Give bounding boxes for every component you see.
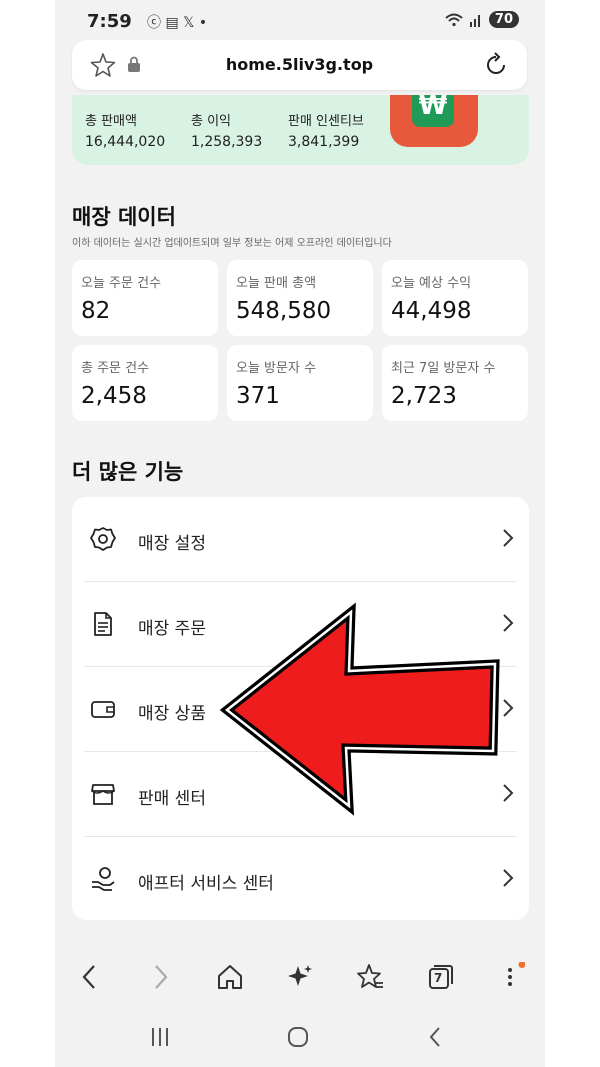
back-arrow-icon[interactable] xyxy=(75,962,105,992)
recent-apps-icon[interactable] xyxy=(149,1026,171,1048)
system-back-icon[interactable] xyxy=(427,1025,443,1049)
tabs-button[interactable]: 7 xyxy=(425,962,455,992)
system-nav-bar xyxy=(55,1008,545,1067)
red-arrow-annotation xyxy=(219,602,500,816)
phone-screen: 7:59 ⓒ ▤ 𝕏 • 70 home.5liv3g.top 총 판매액 16… xyxy=(55,0,545,1067)
home-icon[interactable] xyxy=(215,962,245,992)
tabs-count: 7 xyxy=(434,971,443,985)
browser-bottom-nav: 7 xyxy=(55,944,545,1008)
sparkle-icon[interactable] xyxy=(285,962,315,992)
more-menu-icon[interactable] xyxy=(495,962,525,992)
bookmarks-star-list-icon[interactable] xyxy=(355,962,385,992)
forward-arrow-icon[interactable] xyxy=(145,962,175,992)
home-button-icon[interactable] xyxy=(286,1025,310,1049)
